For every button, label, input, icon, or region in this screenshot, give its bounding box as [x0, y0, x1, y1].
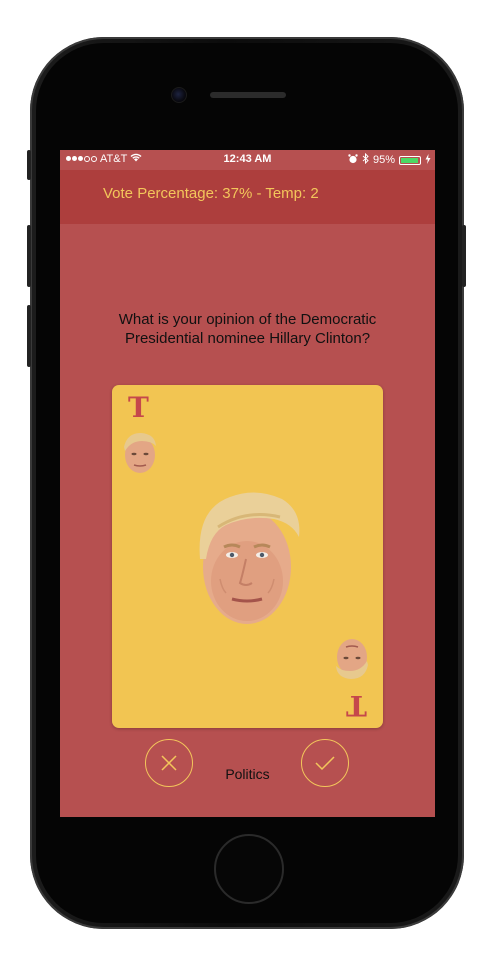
bluetooth-icon — [362, 152, 369, 167]
card-corner-letter-top: T — [128, 391, 149, 424]
charging-icon — [425, 153, 431, 167]
swipe-card[interactable]: T T — [112, 385, 383, 728]
vote-percentage-title: Vote Percentage: 37% - Temp: 2 — [103, 185, 319, 202]
earpiece-speaker — [210, 92, 286, 98]
power-button — [462, 225, 466, 287]
question-text: What is your opinion of the Democratic P… — [118, 311, 377, 347]
accept-button[interactable] — [301, 739, 349, 787]
x-icon — [161, 755, 177, 771]
reject-button[interactable] — [145, 739, 193, 787]
front-camera — [171, 87, 187, 103]
trump-face-main-icon — [199, 492, 300, 624]
volume-down-button — [27, 305, 31, 367]
status-bar: AT&T 12:43 AM 95% — [60, 150, 435, 170]
trump-face-small-bottom-icon — [336, 639, 368, 679]
nav-bar: Vote Percentage: 37% - Temp: 2 — [60, 170, 435, 224]
home-button[interactable] — [214, 834, 284, 904]
trump-face-small-top-icon — [124, 433, 156, 473]
check-icon — [315, 756, 335, 771]
card-corner-letter-bottom: T — [346, 689, 367, 722]
battery-icon — [399, 155, 421, 165]
volume-up-button — [27, 225, 31, 287]
battery-percent: 95% — [372, 154, 395, 166]
mute-switch — [27, 150, 31, 180]
app-screen: AT&T 12:43 AM 95% Vote Percentage: 37% -… — [60, 150, 435, 817]
status-right: 95% — [348, 152, 431, 167]
alarm-icon — [348, 153, 358, 167]
battery-fill — [401, 157, 419, 163]
category-label: Politics — [225, 766, 270, 782]
